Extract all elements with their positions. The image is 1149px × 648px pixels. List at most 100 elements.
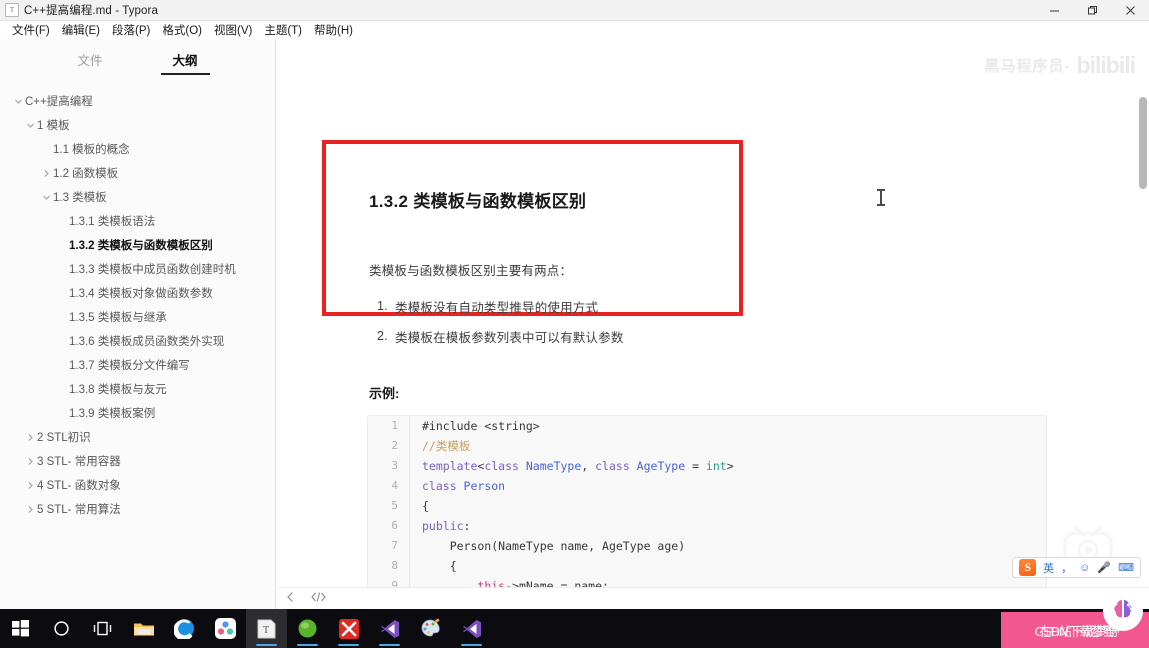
outline-item[interactable]: 4 STL- 函数对象 (0, 473, 275, 497)
code-line: 7 Person(NameType name, AgeType age) (368, 536, 1046, 556)
outline-item-label: 2 STL初识 (37, 432, 91, 444)
vscode-button-1[interactable] (369, 609, 410, 648)
taskbar: T S 英 ， ☺ 🎤 ⌨ 在B站下载梦野 CSDN下载梦野 (0, 557, 1149, 648)
menu-view[interactable]: 视图(V) (208, 21, 258, 39)
outline-item[interactable]: 1.3.5 类模板与继承 (0, 305, 275, 329)
outline-item[interactable]: 1.3 类模板 (0, 185, 275, 209)
outline-item-label: 1.2 函数模板 (53, 168, 119, 180)
outline-item-label: 1 模板 (37, 120, 70, 132)
menu-paragraph[interactable]: 段落(P) (106, 21, 156, 39)
outline-item[interactable]: 1.3.9 类模板案例 (0, 401, 275, 425)
outline-item[interactable]: 1.3.6 类模板成员函数类外实现 (0, 329, 275, 353)
menu-bar: 文件(F) 编辑(E) 段落(P) 格式(O) 视图(V) 主题(T) 帮助(H… (0, 21, 1149, 39)
code-line-text: { (422, 499, 429, 513)
cloud-share-button[interactable] (205, 609, 246, 648)
text-cursor (877, 189, 885, 206)
chevron-down-icon[interactable] (24, 121, 37, 130)
outline-item[interactable]: 1.3.1 类模板语法 (0, 209, 275, 233)
list-item-text: 类模板在模板参数列表中可以有默认参数 (395, 330, 624, 345)
chevron-left-icon[interactable] (286, 591, 295, 606)
ime-mode-en[interactable]: 英 (1043, 560, 1054, 576)
code-line-text: Person(NameType name, AgeType age) (422, 539, 686, 553)
outline-item[interactable]: 1 模板 (0, 113, 275, 137)
brain-logo-icon (1103, 591, 1143, 631)
code-line: 4 class Person (368, 476, 1046, 496)
outline-item[interactable]: 1.3.8 类模板与友元 (0, 377, 275, 401)
outline-item[interactable]: 1.3.7 类模板分文件编写 (0, 353, 275, 377)
outline-item[interactable]: C++提高编程 (0, 89, 275, 113)
minimize-button[interactable] (1035, 0, 1073, 21)
code-line: 5{ (368, 496, 1046, 516)
outline-item[interactable]: 1.2 函数模板 (0, 161, 275, 185)
code-block[interactable]: 1 #include <string> 2 //类模板 3 template<class … (367, 415, 1047, 609)
close-button[interactable] (1111, 0, 1149, 21)
outline-item[interactable]: 5 STL- 常用算法 (0, 497, 275, 521)
file-explorer-button[interactable] (123, 609, 164, 648)
outline-item-label: 1.3.2 类模板与函数模板区别 (69, 240, 213, 252)
ime-keyboard-icon[interactable]: ⌨ (1118, 561, 1134, 574)
list-item-number: 2. (377, 329, 388, 343)
outline-item[interactable]: 3 STL- 常用容器 (0, 449, 275, 473)
outline-item[interactable]: 2 STL初识 (0, 425, 275, 449)
code-line-number: 1 (368, 416, 410, 436)
outline-item-label: 4 STL- 函数对象 (37, 480, 121, 492)
tab-files[interactable]: 文件 (77, 50, 102, 75)
sogou-logo-icon[interactable]: S (1019, 559, 1037, 576)
outline-item[interactable]: 1.1 模板的概念 (0, 137, 275, 161)
xmind-button[interactable] (328, 609, 369, 648)
outline-item[interactable]: 1.3.3 类模板中成员函数创建时机 (0, 257, 275, 281)
title-bar: T C++提高编程.md - Typora (0, 0, 1149, 21)
chevron-down-icon[interactable] (40, 193, 53, 202)
ime-toolbar[interactable]: S 英 ， ☺ 🎤 ⌨ (1012, 557, 1141, 578)
outline-item[interactable]: 1.3.4 类模板对象做函数参数 (0, 281, 275, 305)
paint-palette-button[interactable] (410, 609, 451, 648)
chevron-right-icon[interactable] (24, 505, 37, 514)
menu-format[interactable]: 格式(O) (156, 21, 208, 39)
quark-browser-button[interactable] (164, 609, 205, 648)
list-item-number: 1. (377, 299, 388, 313)
menu-file[interactable]: 文件(F) (6, 21, 56, 39)
restore-button[interactable] (1073, 0, 1111, 21)
page-title: 1.3.2 类模板与函数模板区别 (369, 192, 587, 211)
chevron-right-icon[interactable] (24, 433, 37, 442)
code-line: 6 public: (368, 516, 1046, 536)
watermark-brand: bilibili (1076, 52, 1136, 78)
task-view-button[interactable] (82, 609, 123, 648)
chevron-right-icon[interactable] (24, 481, 37, 490)
menu-theme[interactable]: 主题(T) (258, 21, 308, 39)
window-title: C++提高编程.md - Typora (24, 5, 158, 17)
vscode-button-2[interactable] (451, 609, 492, 648)
editor-scrollbar[interactable] (1139, 97, 1147, 189)
svg-text:T: T (263, 625, 269, 636)
tab-outline[interactable]: 大纲 (160, 50, 210, 75)
chevron-right-icon[interactable] (40, 169, 53, 178)
code-line-text: template<class NameType, class AgeType =… (422, 459, 734, 473)
window-controls (1035, 0, 1149, 21)
list-item: 2. 类模板在模板参数列表中可以有默认参数 (377, 321, 624, 351)
ime-emoji-icon[interactable]: ☺ (1079, 562, 1090, 574)
ime-voice-icon[interactable]: 🎤 (1097, 561, 1111, 574)
code-line-text: #include <string> (422, 419, 540, 433)
outline-item[interactable]: 1.3.2 类模板与函数模板区别 (0, 233, 275, 257)
code-line: 8 { (368, 556, 1046, 576)
editor-pane[interactable]: 黑马程序员- bilibili 1.3.2 类模板与函数模板区别 类模板与函数模… (277, 39, 1149, 609)
highlight-box (322, 140, 743, 316)
outline-item-label: 1.3 类模板 (53, 192, 107, 204)
workspace: 文件 大纲 C++提高编程 1 模板 1.1 模板的概念 1.2 函数模板 1.3 类模… (0, 39, 1149, 609)
green-sphere-button[interactable] (287, 609, 328, 648)
chevron-down-icon[interactable] (12, 97, 25, 106)
menu-edit[interactable]: 编辑(E) (56, 21, 106, 39)
code-line-text: { (422, 559, 457, 573)
ime-punctuation-icon[interactable]: ， (1061, 560, 1072, 576)
menu-help[interactable]: 帮助(H) (308, 21, 359, 39)
document-icon: T (5, 3, 19, 17)
taskbar-icons: T (0, 609, 492, 648)
cortana-search-button[interactable] (41, 609, 82, 648)
overlay-text: CSDN下载梦野 (1034, 623, 1117, 639)
typora-button[interactable]: T (246, 609, 287, 648)
chevron-right-icon[interactable] (24, 457, 37, 466)
source-code-icon[interactable] (311, 591, 326, 606)
code-line-text: public: (422, 519, 471, 533)
start-button[interactable] (0, 609, 41, 648)
code-line-text: class Person (422, 479, 506, 493)
